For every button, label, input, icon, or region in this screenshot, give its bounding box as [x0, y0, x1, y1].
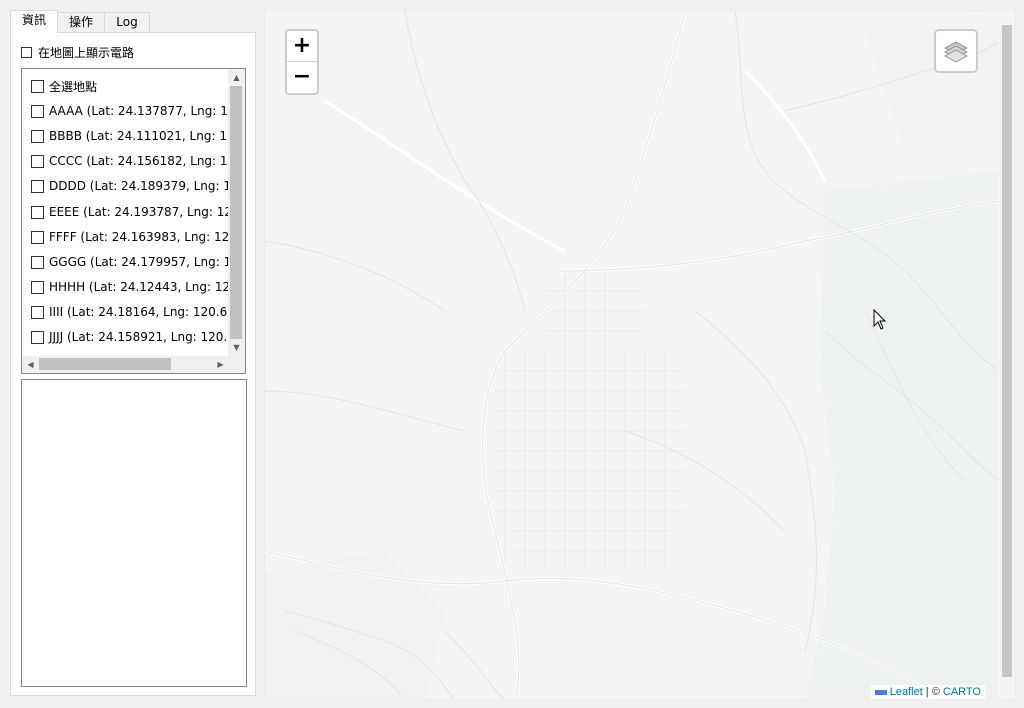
cursor-icon — [873, 309, 887, 330]
info-panel: 在地圖上顯示電路 全選地點 AAAA (Lat: 24.137877, Lng: … — [10, 32, 256, 696]
location-checkbox[interactable] — [31, 230, 44, 244]
location-label: GGGG (Lat: 24.179957, Lng: 120.6 — [49, 255, 229, 269]
detail-textbox[interactable] — [21, 379, 247, 687]
location-checkbox[interactable] — [31, 154, 44, 168]
select-all-locations-row[interactable]: 全選地點 — [31, 77, 97, 95]
location-checkbox[interactable] — [31, 280, 44, 294]
show-route-label: 在地圖上顯示電路 — [38, 46, 135, 60]
location-item[interactable]: DDDD (Lat: 24.189379, Lng: 120.7 — [31, 177, 229, 195]
horizontal-scroll-thumb[interactable] — [39, 358, 171, 370]
zoom-control: + − — [285, 29, 319, 95]
show-route-checkbox[interactable] — [21, 47, 32, 58]
scroll-up-arrow-icon[interactable]: ▲ — [228, 69, 245, 86]
attribution-separator: | © — [922, 686, 943, 698]
location-item[interactable]: FFFF (Lat: 24.163983, Lng: 120.59 — [31, 228, 229, 246]
location-checkbox[interactable] — [31, 205, 44, 219]
zoom-in-button[interactable]: + — [287, 31, 317, 62]
location-list[interactable]: 全選地點 AAAA (Lat: 24.137877, Lng: 120.7 BBBB… — [21, 68, 246, 374]
location-label: FFFF (Lat: 24.163983, Lng: 120.59 — [49, 230, 229, 244]
location-item[interactable]: HHHH (Lat: 24.12443, Lng: 120.6 — [31, 278, 229, 296]
location-list-horizontal-scrollbar[interactable]: ◀ ▶ — [22, 356, 229, 373]
tab-info[interactable]: 資訊 — [10, 10, 58, 33]
location-checkbox[interactable] — [31, 104, 44, 118]
location-item[interactable]: BBBB (Lat: 24.111021, Lng: 120.6 — [31, 127, 229, 145]
location-checkbox[interactable] — [31, 330, 44, 344]
location-label: JJJJ (Lat: 24.158921, Lng: 120.64 — [49, 330, 229, 344]
layers-button[interactable] — [934, 29, 978, 73]
map-vertical-scrollbar[interactable] — [998, 11, 1015, 699]
location-checkbox[interactable] — [31, 129, 44, 143]
layers-icon — [944, 41, 968, 63]
location-item[interactable]: AAAA (Lat: 24.137877, Lng: 120.7 — [31, 102, 229, 120]
location-label: DDDD (Lat: 24.189379, Lng: 120.7 — [49, 179, 229, 193]
tab-operations[interactable]: 操作 — [57, 12, 105, 32]
scroll-down-arrow-icon[interactable]: ▼ — [228, 339, 245, 356]
map-attribution: Leaflet | © CARTO — [870, 685, 985, 699]
location-label: 全選地點 — [49, 79, 98, 94]
location-label: BBBB (Lat: 24.111021, Lng: 120.6 — [49, 129, 229, 143]
location-checkbox[interactable] — [31, 305, 44, 319]
show-route-option[interactable]: 在地圖上顯示電路 — [21, 44, 134, 61]
map-view[interactable]: + − Leaflet | © CARTO — [264, 10, 1016, 700]
location-label: AAAA (Lat: 24.137877, Lng: 120.7 — [49, 104, 229, 118]
tab-log[interactable]: Log — [104, 12, 150, 32]
select-all-checkbox[interactable] — [31, 79, 44, 93]
location-label: CCCC (Lat: 24.156182, Lng: 120.6 — [49, 154, 229, 168]
flag-icon — [874, 689, 887, 695]
zoom-out-button[interactable]: − — [287, 62, 317, 92]
location-checkbox[interactable] — [31, 179, 44, 193]
location-item[interactable]: JJJJ (Lat: 24.158921, Lng: 120.64 — [31, 328, 229, 346]
carto-link[interactable]: CARTO — [943, 686, 981, 698]
leaflet-link[interactable]: Leaflet — [890, 686, 923, 698]
location-label: IIII (Lat: 24.18164, Lng: 120.6905 — [49, 305, 229, 319]
location-list-vertical-scrollbar[interactable]: ▲ ▼ — [228, 69, 245, 356]
location-item[interactable]: IIII (Lat: 24.18164, Lng: 120.6905 — [31, 303, 229, 321]
location-checkbox[interactable] — [31, 255, 44, 269]
vertical-scroll-thumb[interactable] — [230, 86, 242, 339]
location-item[interactable]: CCCC (Lat: 24.156182, Lng: 120.6 — [31, 152, 229, 170]
location-item[interactable]: EEEE (Lat: 24.193787, Lng: 120.6 — [31, 203, 229, 221]
map-tiles[interactable] — [265, 11, 1000, 700]
scroll-left-arrow-icon[interactable]: ◀ — [22, 356, 39, 373]
location-label: HHHH (Lat: 24.12443, Lng: 120.6 — [49, 280, 229, 294]
scrollbar-corner — [228, 356, 245, 373]
map-scroll-thumb[interactable] — [1002, 25, 1012, 677]
location-label: EEEE (Lat: 24.193787, Lng: 120.6 — [49, 205, 229, 219]
location-item[interactable]: GGGG (Lat: 24.179957, Lng: 120.6 — [31, 253, 229, 271]
scroll-right-arrow-icon[interactable]: ▶ — [212, 356, 229, 373]
location-list-items: 全選地點 AAAA (Lat: 24.137877, Lng: 120.7 BBBB… — [22, 69, 229, 356]
